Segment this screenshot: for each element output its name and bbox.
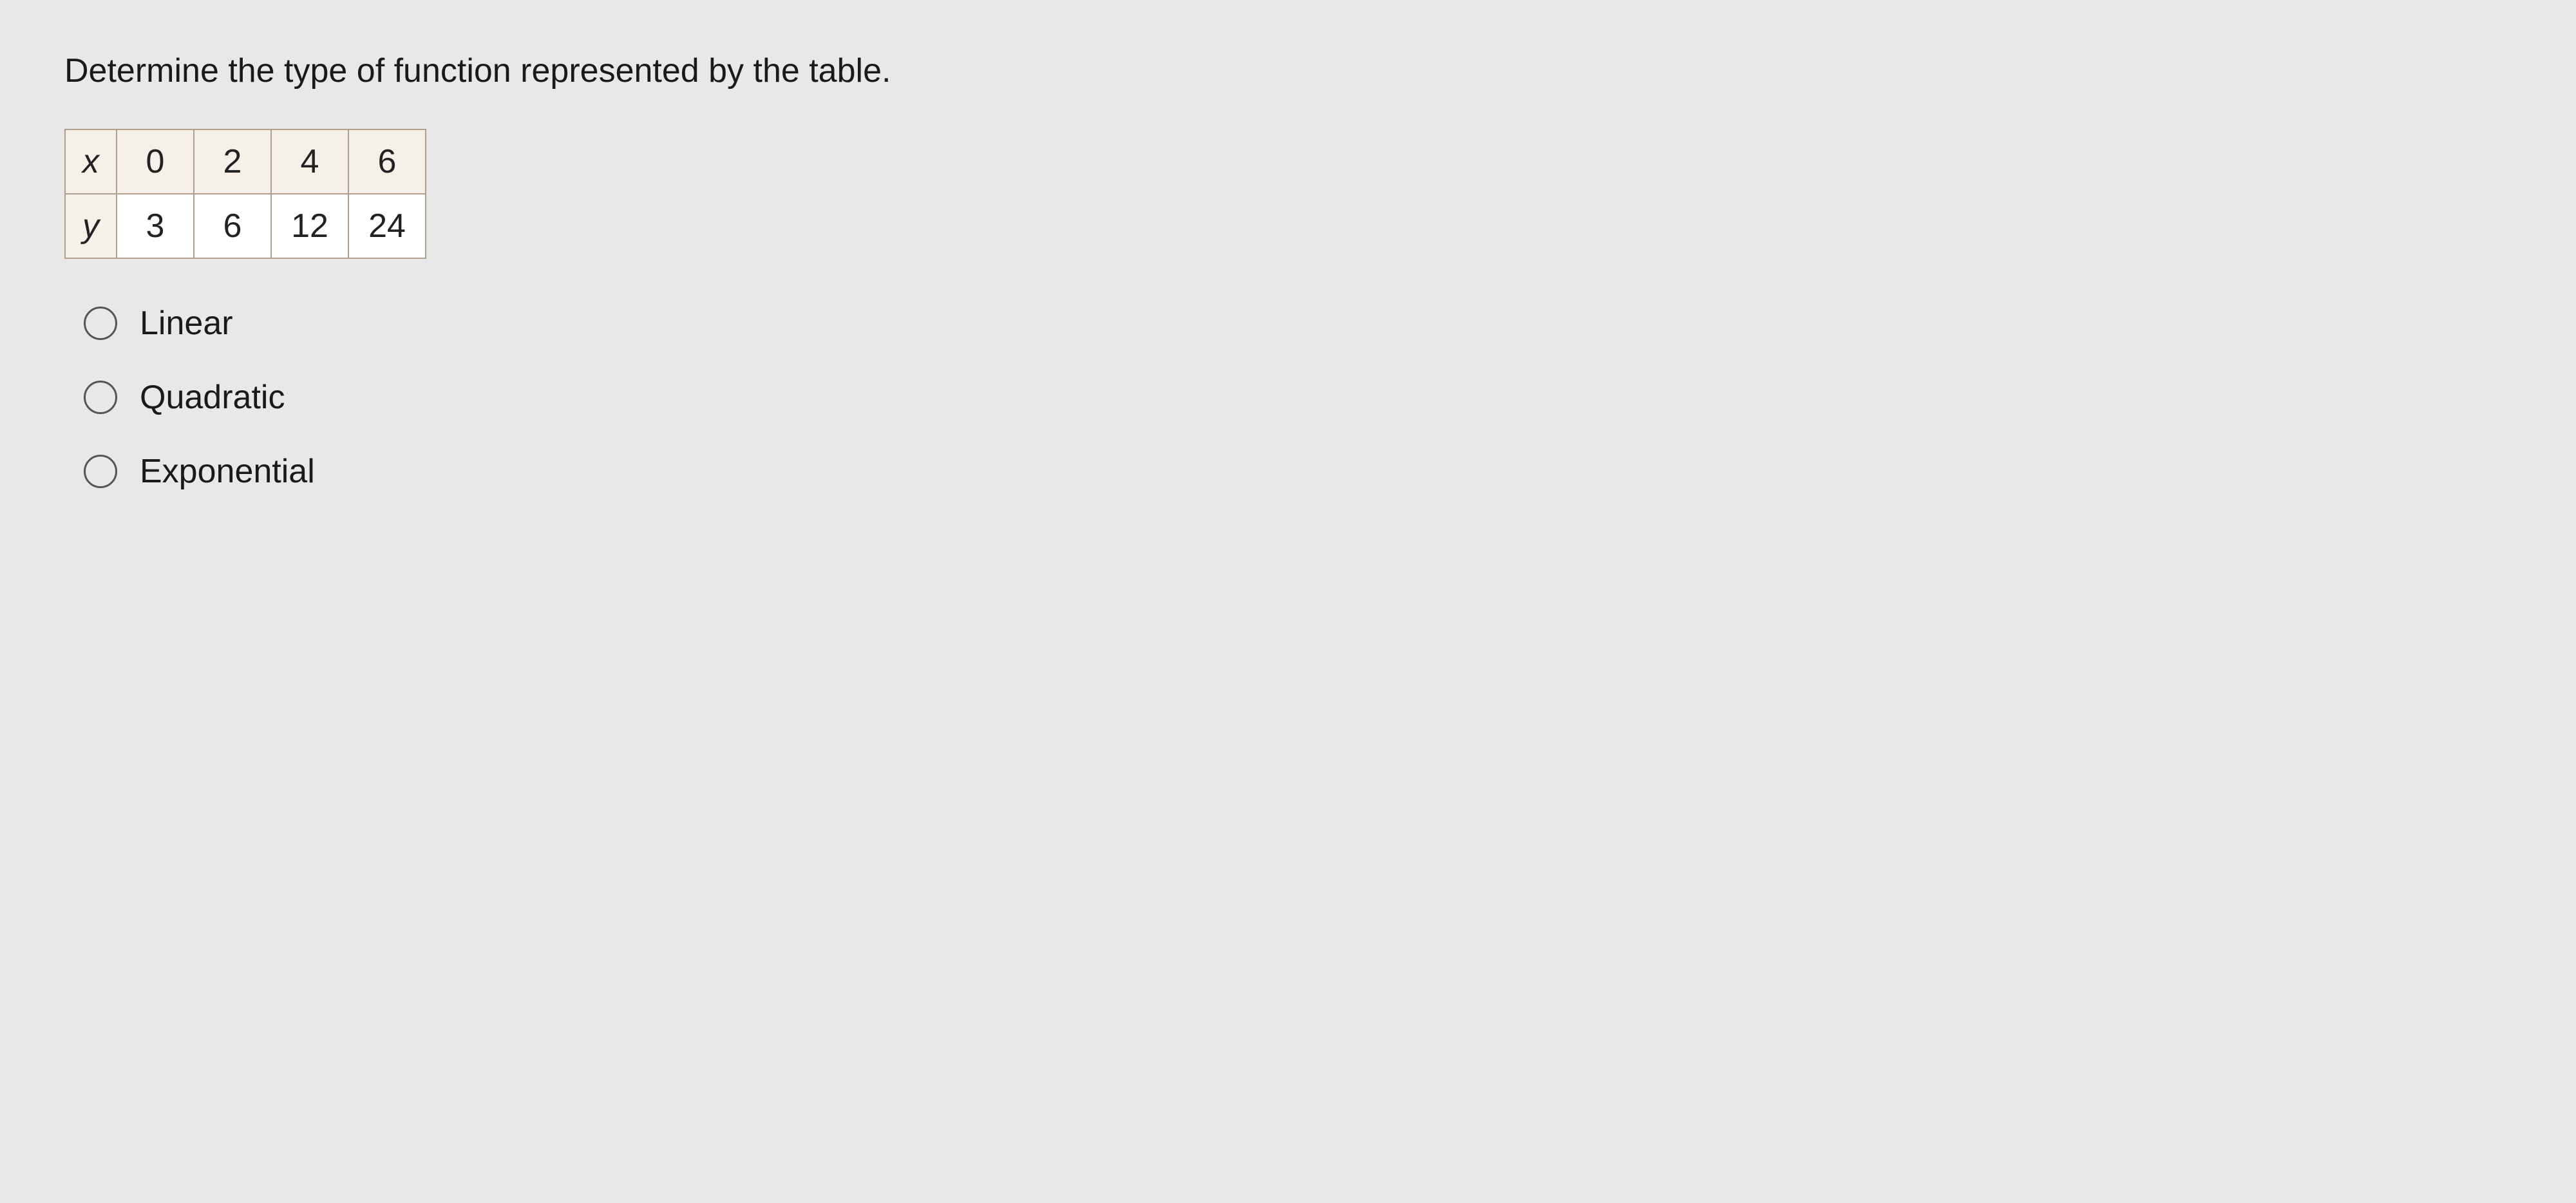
- x-val-2: 2: [194, 129, 271, 194]
- y-val-12: 12: [271, 194, 348, 258]
- option-linear-label: Linear: [140, 304, 233, 343]
- question-text: Determine the type of function represent…: [64, 52, 2512, 90]
- y-val-3: 3: [117, 194, 194, 258]
- table-row-x: x 0 2 4 6: [65, 129, 426, 194]
- y-header: y: [65, 194, 117, 258]
- y-val-24: 24: [348, 194, 426, 258]
- table-row-y: y 3 6 12 24: [65, 194, 426, 258]
- radio-exponential[interactable]: [84, 455, 117, 488]
- answer-options: Linear Quadratic Exponential: [84, 304, 2512, 491]
- data-table: x 0 2 4 6 y 3 6 12 24: [64, 129, 2512, 259]
- x-header: x: [65, 129, 117, 194]
- x-val-6: 6: [348, 129, 426, 194]
- option-linear[interactable]: Linear: [84, 304, 2512, 343]
- x-val-4: 4: [271, 129, 348, 194]
- option-quadratic[interactable]: Quadratic: [84, 378, 2512, 417]
- y-val-6: 6: [194, 194, 271, 258]
- option-quadratic-label: Quadratic: [140, 378, 285, 417]
- x-val-0: 0: [117, 129, 194, 194]
- radio-linear[interactable]: [84, 307, 117, 340]
- radio-quadratic[interactable]: [84, 381, 117, 414]
- option-exponential[interactable]: Exponential: [84, 452, 2512, 491]
- option-exponential-label: Exponential: [140, 452, 315, 491]
